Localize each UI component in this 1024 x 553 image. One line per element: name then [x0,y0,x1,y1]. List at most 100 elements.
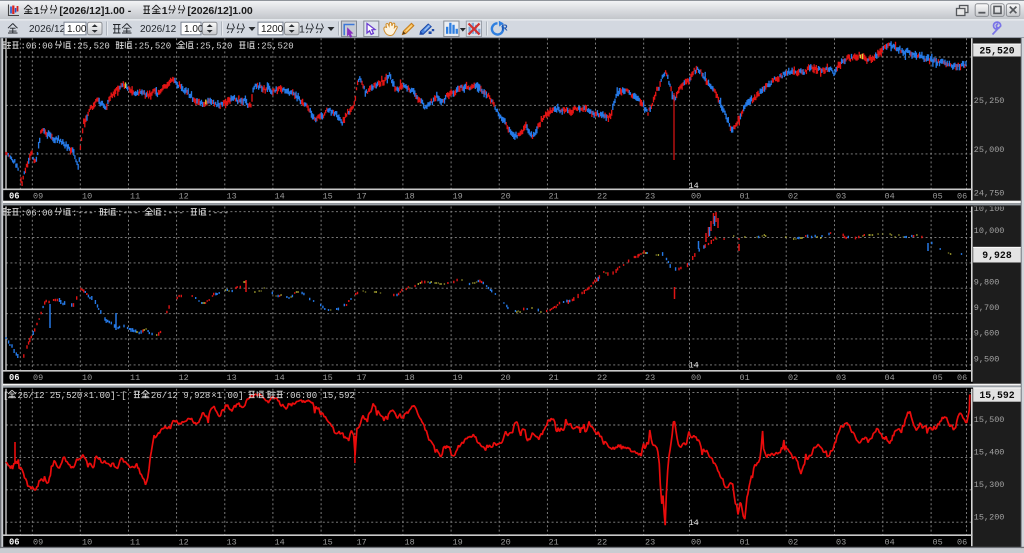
svg-text:13: 13 [227,537,237,547]
svg-text:21: 21 [549,191,559,201]
svg-text:14: 14 [275,191,285,201]
svg-text:04: 04 [885,373,895,383]
svg-text:09: 09 [33,191,43,201]
svg-text:23: 23 [645,373,655,383]
svg-text:15,400: 15,400 [974,448,1005,458]
svg-text:25,000: 25,000 [974,145,1005,155]
svg-text::---: :--- [207,208,229,218]
svg-text:18: 18 [405,537,415,547]
svg-text:25,520: 25,520 [979,45,1014,56]
svg-text:×1.00]: ×1.00] [211,391,243,401]
svg-text:23: 23 [645,191,655,201]
svg-text:23: 23 [645,537,655,547]
svg-text:9,928: 9,928 [982,250,1012,261]
svg-text:15: 15 [323,537,333,547]
svg-text:05: 05 [933,191,943,201]
svg-text:[2026/12]1.00 -: [2026/12]1.00 - [59,5,131,17]
svg-text:10: 10 [82,537,92,547]
svg-text:04: 04 [885,537,895,547]
svg-text:15: 15 [323,191,333,201]
svg-text:14: 14 [689,361,699,371]
svg-text:02: 02 [788,191,798,201]
svg-text:15,500: 15,500 [974,415,1005,425]
svg-text:01: 01 [740,373,750,383]
svg-text:03: 03 [836,537,846,547]
svg-text:03: 03 [836,191,846,201]
svg-text:19: 19 [453,191,463,201]
svg-text::---: :--- [117,208,139,218]
svg-text:22: 22 [597,373,607,383]
svg-text:00: 00 [691,537,701,547]
svg-text:17: 17 [357,537,367,547]
svg-text:1: 1 [34,5,40,17]
svg-text:11: 11 [130,373,140,383]
svg-text:01: 01 [740,537,750,547]
svg-text:13: 13 [227,191,237,201]
svg-text:10,000: 10,000 [974,226,1005,236]
svg-text:21: 21 [549,373,559,383]
svg-text:2026/12: 2026/12 [29,24,66,35]
svg-text:00: 00 [691,191,701,201]
svg-text:10: 10 [82,191,92,201]
svg-text::25,520: :25,520 [133,42,171,52]
svg-text:09: 09 [33,373,43,383]
svg-text:18: 18 [405,373,415,383]
svg-text:[2026/12]1.00: [2026/12]1.00 [187,5,253,17]
svg-text:15,300: 15,300 [974,480,1005,490]
svg-text:1: 1 [299,24,305,36]
svg-text:15,592: 15,592 [979,390,1014,401]
svg-text:06: 06 [9,191,20,201]
svg-text:9,500: 9,500 [974,354,1000,364]
svg-text:10: 10 [82,373,92,383]
svg-text:9,800: 9,800 [974,278,1000,288]
svg-text:09: 09 [33,537,43,547]
svg-text::06:00: :06:00 [21,208,53,218]
svg-text:1200: 1200 [261,24,284,35]
svg-text:1: 1 [162,5,168,17]
svg-text:17: 17 [357,191,367,201]
svg-text:14: 14 [689,181,699,191]
svg-text:20: 20 [501,191,511,201]
svg-text:9,700: 9,700 [974,303,1000,313]
svg-text:15: 15 [323,373,333,383]
svg-text::---: :--- [72,208,94,218]
svg-text:14: 14 [689,518,699,528]
svg-text:12: 12 [179,537,189,547]
svg-text::06:00 15,592: :06:00 15,592 [285,391,355,401]
svg-text:[: [ [3,391,8,401]
svg-text:21: 21 [549,537,559,547]
svg-text:05: 05 [933,373,943,383]
svg-text:1.00: 1.00 [67,24,87,35]
svg-text:19: 19 [453,537,463,547]
svg-text:24,750: 24,750 [974,189,1005,199]
svg-text:06: 06 [957,373,967,383]
svg-text:06: 06 [9,373,20,383]
svg-text:12: 12 [179,373,189,383]
svg-text::25,520: :25,520 [195,42,233,52]
svg-text:26/12 9,928: 26/12 9,928 [151,391,210,401]
svg-text:22: 22 [597,191,607,201]
svg-text:02: 02 [788,373,798,383]
svg-text::25,520: :25,520 [72,42,110,52]
svg-text:01: 01 [740,191,750,201]
svg-text::25,520: :25,520 [256,42,294,52]
svg-text:15,200: 15,200 [974,512,1005,522]
svg-text:12: 12 [179,191,189,201]
svg-text:20: 20 [501,537,511,547]
svg-text:04: 04 [885,191,895,201]
svg-text:06: 06 [957,191,967,201]
svg-text:19: 19 [453,373,463,383]
svg-text:25,250: 25,250 [974,96,1005,106]
svg-text:03: 03 [836,373,846,383]
svg-text:26/12 25,520: 26/12 25,520 [18,391,83,401]
svg-text:06: 06 [9,537,20,547]
svg-text:11: 11 [130,191,140,201]
svg-text:05: 05 [933,537,943,547]
svg-text:20: 20 [501,373,511,383]
svg-text:×1.00]-[: ×1.00]-[ [83,391,126,401]
svg-text:2026/12: 2026/12 [140,24,177,35]
svg-text:1.00: 1.00 [184,24,204,35]
svg-text:9,600: 9,600 [974,328,1000,338]
svg-text:R: R [502,23,508,33]
svg-text:14: 14 [275,537,285,547]
